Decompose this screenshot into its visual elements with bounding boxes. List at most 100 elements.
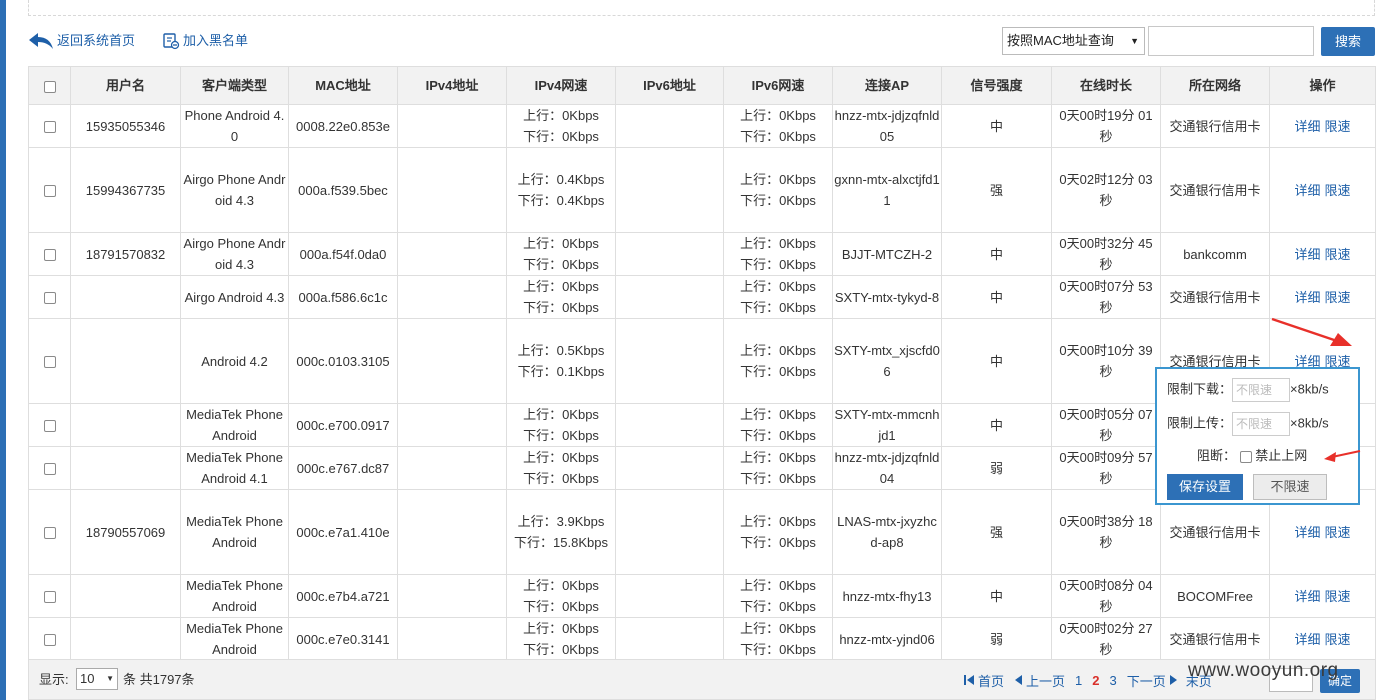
client-type-cell: Airgo Phone Android 4.3: [180, 147, 289, 233]
prev-page-link[interactable]: 上一页: [1026, 671, 1065, 690]
next-page-icon: [1169, 675, 1177, 685]
row-checkbox[interactable]: [43, 185, 56, 198]
left-accent-bar: [0, 0, 6, 700]
first-page-link[interactable]: 首页: [978, 671, 1004, 690]
detail-link[interactable]: 详细: [1294, 119, 1320, 134]
row-checkbox[interactable]: [43, 356, 56, 369]
detail-link[interactable]: 详细: [1294, 290, 1320, 305]
ipv6-speed-cell: 上行：0Kbps 下行：0Kbps: [723, 147, 833, 233]
row-checkbox[interactable]: [43, 527, 56, 540]
detail-link[interactable]: 详细: [1294, 525, 1320, 540]
ipv6-address-cell: [615, 104, 724, 148]
table-row[interactable]: MediaTek Phone Android 000c.e7b4.a721 上行：0…: [28, 574, 1376, 618]
client-type-cell: MediaTek Phone Android: [180, 574, 289, 618]
select-all-cell[interactable]: [28, 66, 71, 105]
ipv6-speed-cell: 上行：0Kbps 下行：0Kbps: [723, 574, 833, 618]
table-row[interactable]: Airgo Android 4.3 000a.f586.6c1c 上行：0Kbps 下…: [28, 275, 1376, 319]
save-settings-button[interactable]: 保存设置: [1167, 474, 1243, 500]
row-checkbox[interactable]: [43, 591, 56, 604]
ipv6-download-speed: 下行：0Kbps: [740, 428, 816, 443]
page-link-3[interactable]: 3: [1110, 673, 1117, 688]
ipv6-upload-speed: 上行：0Kbps: [740, 279, 816, 294]
next-page-link[interactable]: 下一页: [1127, 671, 1166, 690]
mac-address-cell: 000c.e7a1.410e: [288, 489, 398, 575]
ipv4-download-speed: 下行：0Kbps: [523, 129, 599, 144]
rate-limit-link[interactable]: 限速: [1325, 183, 1351, 198]
row-select-cell[interactable]: [28, 617, 71, 661]
page-link-current[interactable]: 2: [1092, 673, 1099, 688]
ipv6-download-speed: 下行：0Kbps: [740, 471, 816, 486]
row-select-cell[interactable]: [28, 574, 71, 618]
ipv4-address-cell: [397, 446, 507, 490]
ipv6-upload-speed: 上行：0Kbps: [740, 236, 816, 251]
prev-page-icon: [1015, 675, 1023, 685]
ipv6-upload-speed: 上行：0Kbps: [740, 514, 816, 529]
row-select-cell[interactable]: [28, 147, 71, 233]
block-internet-checkbox[interactable]: [1239, 450, 1252, 463]
back-to-home-link[interactable]: 返回系统首页: [28, 30, 135, 52]
ipv6-address-cell: [615, 403, 724, 447]
rate-limit-link[interactable]: 限速: [1325, 632, 1351, 647]
header-cell: 所在网络: [1160, 66, 1270, 105]
page-link-1[interactable]: 1: [1075, 673, 1082, 688]
ipv6-address-cell: [615, 232, 724, 276]
row-checkbox[interactable]: [43, 249, 56, 262]
username-cell: 15935055346: [70, 104, 181, 148]
signal-strength-cell: 中: [941, 275, 1052, 319]
row-select-cell[interactable]: [28, 446, 71, 490]
search-input[interactable]: [1148, 26, 1314, 56]
row-select-cell[interactable]: [28, 104, 71, 148]
detail-link[interactable]: 详细: [1294, 247, 1320, 262]
row-select-cell[interactable]: [28, 489, 71, 575]
row-select-cell[interactable]: [28, 275, 71, 319]
row-checkbox[interactable]: [43, 634, 56, 647]
network-cell: BOCOMFree: [1160, 574, 1270, 618]
row-checkbox[interactable]: [43, 420, 56, 433]
no-limit-button[interactable]: 不限速: [1253, 474, 1327, 500]
rate-limit-link[interactable]: 限速: [1325, 119, 1351, 134]
online-duration-cell: 0天00时19分 01秒: [1051, 104, 1161, 148]
ipv6-download-speed: 下行：0Kbps: [740, 129, 816, 144]
search-mode-select[interactable]: 按照MAC地址查询 ▼: [1002, 27, 1145, 55]
download-limit-input[interactable]: 不限速: [1232, 378, 1291, 402]
header-cell: 信号强度: [941, 66, 1052, 105]
rate-limit-link[interactable]: 限速: [1325, 247, 1351, 262]
table-row[interactable]: 15935055346 Phone Android 4.0 0008.22e0.85…: [28, 104, 1376, 148]
row-select-cell[interactable]: [28, 403, 71, 447]
search-button[interactable]: 搜索: [1321, 27, 1375, 56]
ipv6-upload-speed: 上行：0Kbps: [740, 621, 816, 636]
row-checkbox[interactable]: [43, 463, 56, 476]
table-row[interactable]: MediaTek Phone Android 000c.e7e0.3141 上行：0…: [28, 617, 1376, 661]
ipv6-speed-cell: 上行：0Kbps 下行：0Kbps: [723, 403, 833, 447]
rate-limit-link[interactable]: 限速: [1325, 525, 1351, 540]
actions-cell: 详细 限速: [1269, 617, 1376, 661]
access-point-cell: hnzz-mtx-jdjzqfnld05: [832, 104, 942, 148]
access-point-cell: BJJT-MTCZH-2: [832, 232, 942, 276]
table-row[interactable]: 18791570832 Airgo Phone Android 4.3 000a.f…: [28, 232, 1376, 276]
select-all-checkbox[interactable]: [43, 80, 56, 93]
upload-limit-input[interactable]: 不限速: [1232, 412, 1291, 436]
client-table-wrapper: 用户名 客户端类型 MAC地址 IPv4地址 IPv4网速 IPv6地址 IPv…: [28, 66, 1376, 661]
upload-limit-row: 限制上传： 不限速 ×8kb/s: [1167, 412, 1329, 436]
detail-link[interactable]: 详细: [1294, 183, 1320, 198]
add-to-blacklist-link[interactable]: 加入黑名单: [162, 30, 248, 52]
ipv6-address-cell: [615, 318, 724, 404]
detail-link[interactable]: 详细: [1294, 589, 1320, 604]
row-select-cell[interactable]: [28, 318, 71, 404]
page-size-select[interactable]: 10 ▼: [76, 668, 118, 690]
toolbar: 返回系统首页 加入黑名单 按照MAC地址查询 ▼ 搜索: [28, 26, 1376, 58]
ipv6-address-cell: [615, 489, 724, 575]
row-checkbox[interactable]: [43, 292, 56, 305]
client-type-cell: Phone Android 4.0: [180, 104, 289, 148]
client-type-cell: MediaTek Phone Android: [180, 489, 289, 575]
ipv4-download-speed: 下行：0Kbps: [523, 257, 599, 272]
table-row[interactable]: 15994367735 Airgo Phone Android 4.3 000a.f…: [28, 147, 1376, 233]
row-select-cell[interactable]: [28, 232, 71, 276]
rate-limit-link[interactable]: 限速: [1325, 589, 1351, 604]
back-arrow-icon: [29, 33, 53, 49]
ipv4-address-cell: [397, 104, 507, 148]
rate-limit-link[interactable]: 限速: [1325, 290, 1351, 305]
signal-strength-cell: 中: [941, 104, 1052, 148]
detail-link[interactable]: 详细: [1294, 632, 1320, 647]
row-checkbox[interactable]: [43, 121, 56, 134]
